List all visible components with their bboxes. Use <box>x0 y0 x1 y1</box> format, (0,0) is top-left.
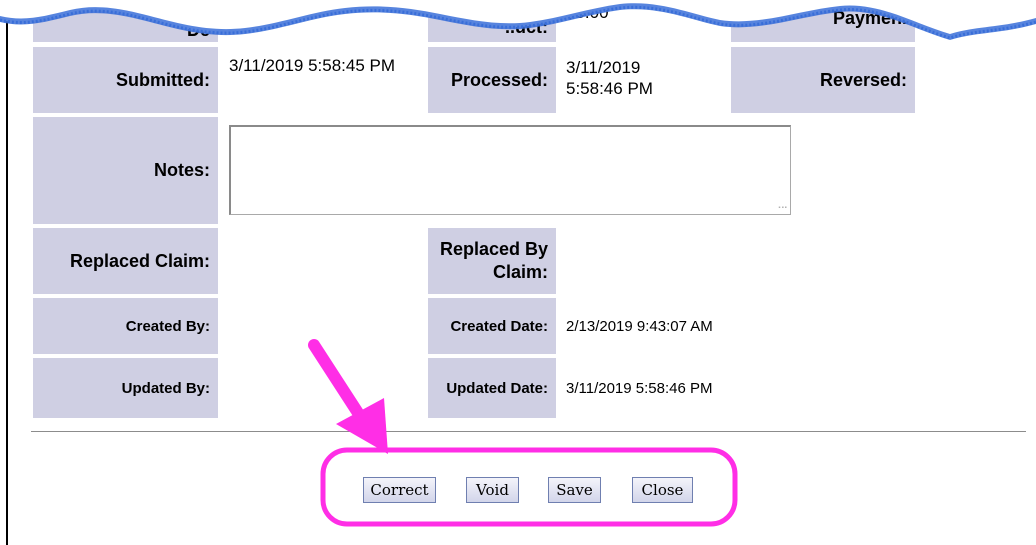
annotation-overlay <box>308 339 738 527</box>
highlight-box <box>320 447 738 527</box>
arrow-icon <box>308 339 388 454</box>
